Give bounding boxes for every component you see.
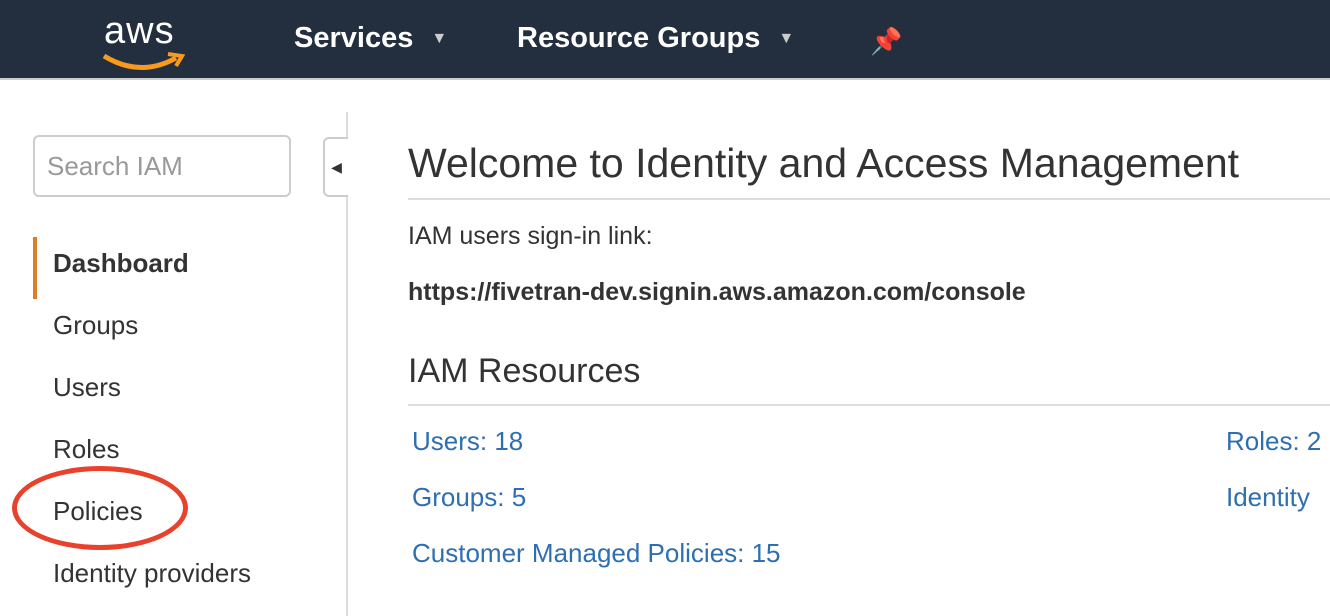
- search-input[interactable]: [33, 135, 291, 197]
- caret-left-icon: ◀: [331, 158, 342, 175]
- pin-icon[interactable]: 📌: [870, 26, 902, 57]
- groups-count-link[interactable]: Groups: 5: [412, 482, 526, 513]
- signin-label: IAM users sign-in link:: [408, 222, 653, 250]
- highlight-circle: [12, 466, 188, 550]
- divider: [408, 198, 1330, 200]
- users-count-link[interactable]: Users: 18: [412, 426, 523, 457]
- aws-logo[interactable]: aws: [100, 8, 190, 70]
- chevron-down-icon: ▼: [431, 29, 448, 47]
- signin-url: https://fivetran-dev.signin.aws.amazon.c…: [408, 278, 1026, 306]
- services-label: Services: [294, 22, 414, 54]
- customer-policies-link[interactable]: Customer Managed Policies: 15: [412, 538, 781, 569]
- sidebar-item-dashboard[interactable]: Dashboard: [33, 237, 251, 299]
- divider: [408, 404, 1330, 406]
- logo-text: aws: [104, 10, 175, 52]
- sidebar-item-identity-providers[interactable]: Identity providers: [33, 547, 251, 609]
- services-menu[interactable]: Services ▼: [294, 22, 447, 55]
- page-title: Welcome to Identity and Access Managemen…: [408, 140, 1240, 186]
- collapse-sidebar-button[interactable]: ◀: [323, 137, 348, 197]
- resource-groups-menu[interactable]: Resource Groups ▼: [517, 22, 794, 55]
- resources-heading: IAM Resources: [408, 352, 641, 390]
- top-nav: aws Services ▼ Resource Groups ▼ 📌: [0, 0, 1330, 80]
- chevron-down-icon: ▼: [778, 29, 795, 47]
- sidebar-item-users[interactable]: Users: [33, 361, 251, 423]
- roles-count-link[interactable]: Roles: 2: [1226, 426, 1321, 457]
- sidebar-item-groups[interactable]: Groups: [33, 299, 251, 361]
- resource-groups-label: Resource Groups: [517, 22, 761, 54]
- sidebar-nav: Dashboard Groups Users Roles Policies Id…: [33, 237, 251, 609]
- identity-providers-link[interactable]: Identity: [1226, 482, 1310, 513]
- smile-icon: [102, 52, 186, 70]
